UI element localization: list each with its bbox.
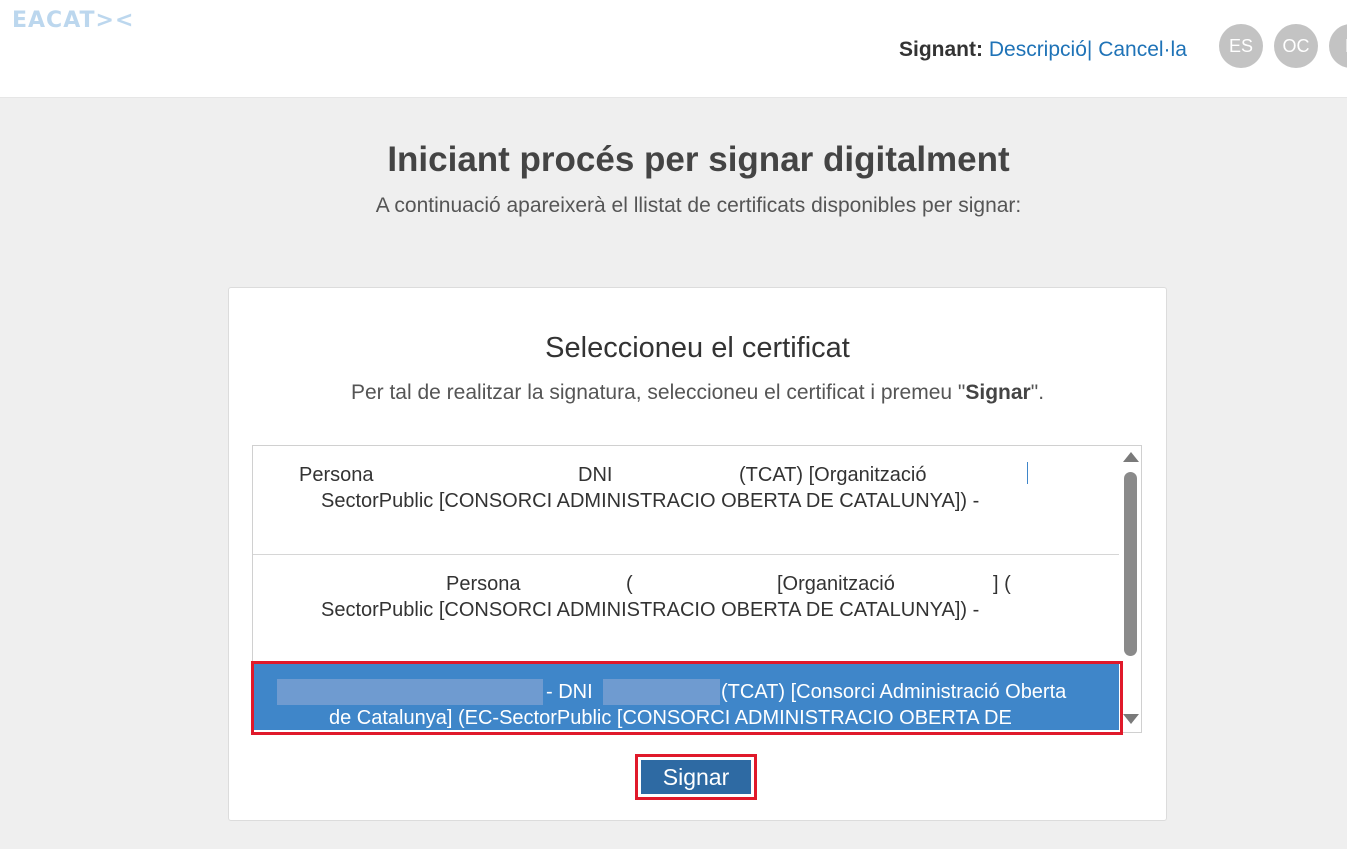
instruction-text: Per tal de realitzar la signatura, selec… bbox=[350, 381, 966, 404]
scroll-down-arrow-icon[interactable] bbox=[1123, 714, 1139, 724]
panel-title: Seleccioneu el certificat bbox=[545, 332, 850, 364]
selection-highlight-outline bbox=[251, 661, 1123, 735]
instruction-end: ". bbox=[1030, 381, 1045, 404]
language-es-button[interactable]: ES bbox=[1219, 24, 1263, 68]
language-oc-button[interactable]: OC bbox=[1274, 24, 1318, 68]
top-bar: EACAT>< Signant: Descripció| Cancel·la E… bbox=[0, 0, 1347, 98]
eacat-logo: EACAT>< bbox=[12, 8, 135, 33]
cert-2-type: Persona bbox=[446, 573, 521, 595]
cert-2-issuer: [Organització bbox=[777, 573, 895, 595]
cert-1-cursor-mark bbox=[1027, 462, 1028, 484]
page-subtitle: A continuació apareixerà el llistat de c… bbox=[375, 194, 1022, 217]
list-scrollbar[interactable] bbox=[1120, 446, 1142, 730]
sign-button[interactable]: Signar bbox=[641, 760, 751, 794]
cert-2-paren: ( bbox=[626, 573, 633, 595]
cert-1-type: Persona bbox=[299, 464, 374, 486]
cert-1-issuer: (TCAT) [Organització bbox=[739, 464, 927, 486]
cert-1-org: SectorPublic [CONSORCI ADMINISTRACIO OBE… bbox=[321, 490, 980, 512]
sign-button-outline: Signar bbox=[635, 754, 757, 800]
certificate-panel: Seleccioneu el certificat Per tal de rea… bbox=[228, 287, 1167, 821]
link-separator: | bbox=[1086, 38, 1093, 61]
cert-2-org: SectorPublic [CONSORCI ADMINISTRACIO OBE… bbox=[321, 599, 980, 621]
certificate-option-2[interactable]: Persona ( [Organització ] ( SectorPublic… bbox=[253, 555, 1119, 661]
certificate-option-1[interactable]: Persona DNI (TCAT) [Organització SectorP… bbox=[253, 446, 1119, 555]
page-title: Iniciant procés per signar digitalment bbox=[387, 140, 1010, 179]
language-third-button[interactable]: E bbox=[1329, 24, 1347, 68]
description-link[interactable]: Descripció bbox=[989, 38, 1087, 61]
signer-bar: Signant: Descripció| Cancel·la bbox=[899, 38, 1187, 62]
signer-label: Signant: bbox=[899, 38, 983, 61]
panel-instruction: Per tal de realitzar la signatura, selec… bbox=[229, 381, 1166, 405]
instruction-bold: Signar bbox=[965, 381, 1031, 404]
scroll-thumb[interactable] bbox=[1124, 472, 1137, 656]
cert-2-bracket: ] ( bbox=[993, 573, 1011, 595]
scroll-up-arrow-icon[interactable] bbox=[1123, 452, 1139, 462]
cert-1-dni-label: DNI bbox=[578, 464, 613, 486]
cancel-link[interactable]: Cancel·la bbox=[1098, 38, 1187, 61]
